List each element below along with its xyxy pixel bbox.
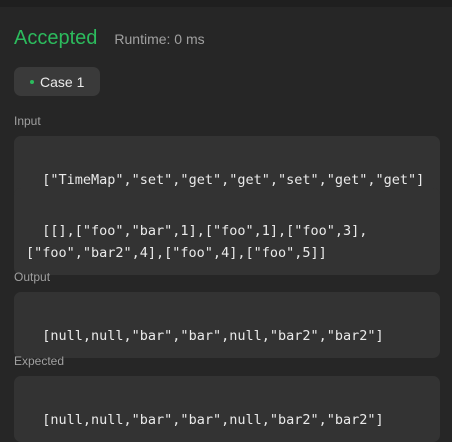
input-methods-value: ["TimeMap","set","get","get","set","get"… [42,172,425,188]
expected-box[interactable]: [null,null,"bar","bar",null,"bar2","bar2… [14,376,440,442]
input-args-box[interactable]: [[],["foo","bar",1],["foo",1],["foo",3],… [14,188,440,275]
runtime-text: Runtime: 0 ms [114,31,205,47]
case-tab-label: Case 1 [40,73,85,90]
expected-label: Expected [14,354,65,368]
input-label: Input [14,114,41,128]
output-value: [null,null,"bar","bar",null,"bar2","bar2… [42,328,384,344]
output-label: Output [14,270,51,284]
case-passed-dot-icon [30,79,34,84]
output-box[interactable]: [null,null,"bar","bar",null,"bar2","bar2… [14,292,440,358]
top-divider-bar [0,0,452,7]
status-title: Accepted [14,27,98,49]
tab-case-1[interactable]: Case 1 [14,67,100,96]
expected-value: [null,null,"bar","bar",null,"bar2","bar2… [42,412,384,428]
result-header: Accepted Runtime: 0 ms [14,26,205,50]
input-args-value: [[],["foo","bar",1],["foo",1],["foo",3],… [26,223,368,261]
